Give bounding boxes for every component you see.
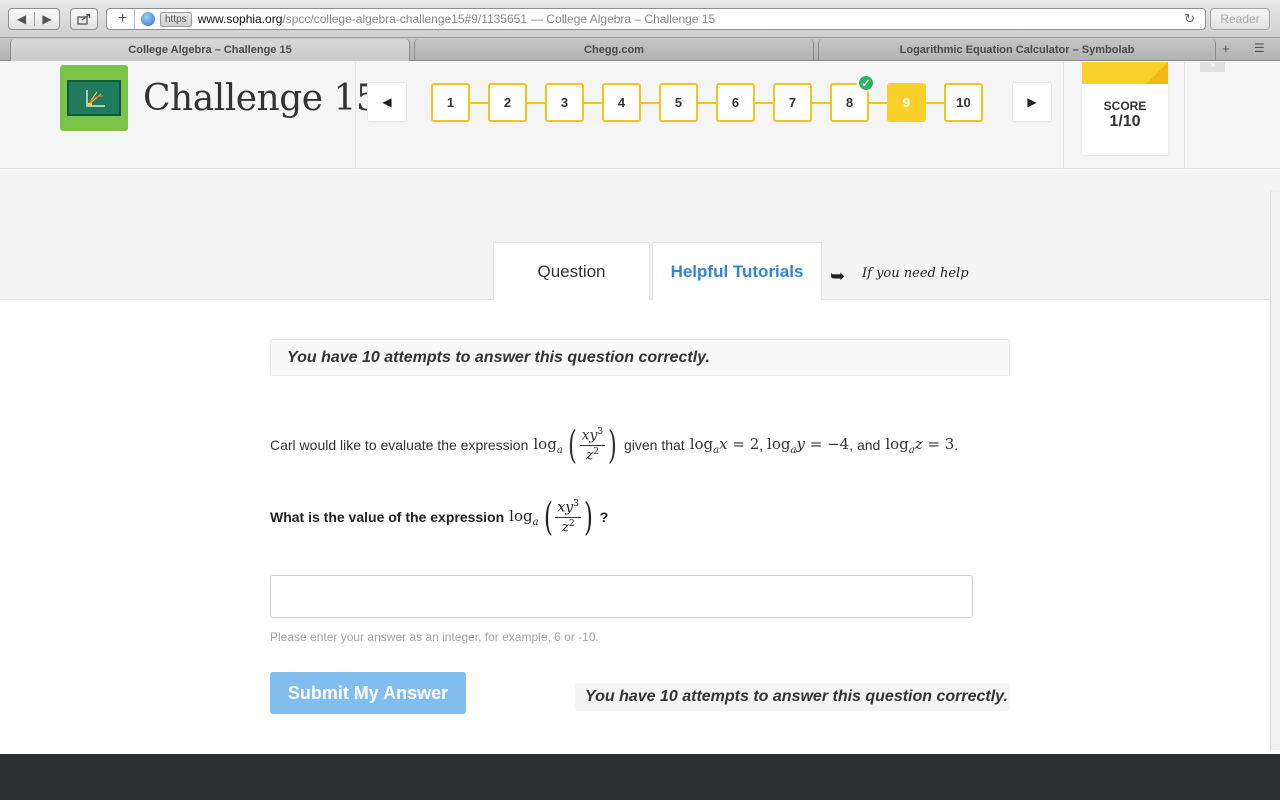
question-panel: You have 10 attempts to answer this ques… <box>0 300 1280 754</box>
question-1[interactable]: 1 <box>431 83 470 122</box>
page-footer <box>0 754 1280 800</box>
question-5[interactable]: 5 <box>659 83 698 122</box>
challenge-logo <box>60 65 128 131</box>
question-mark: ? <box>599 509 609 525</box>
browser-tab-bar: College Algebra – Challenge 15 Chegg.com… <box>0 38 1280 61</box>
address-bar[interactable]: + https www.sophia.org /spcc/college-alg… <box>106 8 1206 30</box>
question-7[interactable]: 7 <box>773 83 812 122</box>
add-bookmark-button[interactable]: + <box>111 9 135 29</box>
browser-tab-chegg[interactable]: Chegg.com <box>414 39 814 61</box>
and-text: , and <box>849 437 881 453</box>
question-4[interactable]: 4 <box>602 83 641 122</box>
question-progress-line <box>469 102 945 104</box>
question-statement: Carl would like to evaluate the expressi… <box>270 423 959 467</box>
condition-1: logax = 2 <box>689 434 760 456</box>
page-title: Challenge 15 <box>143 78 379 119</box>
score-card-fold <box>1082 62 1168 84</box>
reader-button[interactable]: Reader <box>1210 8 1270 30</box>
question-10[interactable]: 10 <box>944 83 983 122</box>
browser-toolbar: ◀ ▶ + https www.sophia.org /spcc/college… <box>0 0 1280 38</box>
tab-helpful-tutorials[interactable]: Helpful Tutorials <box>652 242 822 300</box>
browser-tab-college-algebra[interactable]: College Algebra – Challenge 15 <box>10 39 410 61</box>
attempts-footer: You have 10 attempts to answer this ques… <box>575 683 1010 711</box>
chalkboard-icon <box>67 80 121 116</box>
share-button[interactable] <box>70 8 98 30</box>
fraction-expression: ( xy3 z2 ) <box>543 495 593 539</box>
attempts-banner: You have 10 attempts to answer this ques… <box>270 339 1010 376</box>
condition-2: logay = −4 <box>767 434 850 456</box>
score-card: SCORE 1/10 <box>1082 62 1168 155</box>
header-divider <box>1184 62 1185 169</box>
header-divider <box>355 62 356 169</box>
question-9-current[interactable]: 9 <box>887 83 926 122</box>
answer-input[interactable] <box>270 575 973 618</box>
https-badge: https <box>160 11 192 27</box>
question-2[interactable]: 2 <box>488 83 527 122</box>
submit-answer-button[interactable]: Submit My Answer <box>270 672 466 714</box>
tab-question[interactable]: Question <box>493 242 650 301</box>
score-value: 1/10 <box>1109 113 1141 130</box>
log-expression: loga <box>533 434 563 456</box>
tab-list-icon[interactable]: ☰ <box>1254 41 1265 55</box>
question-6[interactable]: 6 <box>716 83 755 122</box>
caret-left-icon: ◀ <box>382 95 392 109</box>
score-label: SCORE <box>1103 99 1147 113</box>
forward-button[interactable]: ▶ <box>33 12 59 26</box>
url-page-title: — College Algebra – Challenge 15 <box>531 12 716 26</box>
browser-tab-symbolab[interactable]: Logarithmic Equation Calculator – Symbol… <box>818 39 1216 61</box>
question-prompt: What is the value of the expression loga… <box>270 492 608 542</box>
header-divider <box>1063 62 1064 169</box>
prompt-text: What is the value of the expression <box>270 509 505 525</box>
globe-icon <box>141 12 155 26</box>
next-question-button[interactable]: ▶ <box>1012 82 1052 122</box>
challenge-header: Challenge 15 ◀ 1 2 3 4 5 6 7 8 9 10 ✓ ▶ … <box>0 61 1280 169</box>
back-button[interactable]: ◀ <box>9 12 34 26</box>
fraction-expression: ( xy3 z2 ) <box>567 423 618 467</box>
prev-question-button[interactable]: ◀ <box>367 82 407 122</box>
new-tab-button[interactable]: + <box>1222 41 1230 56</box>
content-tabs-area: Question Helpful Tutorials ➥ If you need… <box>0 170 1280 301</box>
url-host: www.sophia.org <box>197 12 283 26</box>
caret-right-icon: ▶ <box>1027 95 1037 109</box>
intro-text: Carl would like to evaluate the expressi… <box>270 437 529 453</box>
nav-buttons: ◀ ▶ <box>8 8 60 30</box>
question-3[interactable]: 3 <box>545 83 584 122</box>
share-icon <box>77 13 91 25</box>
scrollbar[interactable] <box>1270 190 1280 750</box>
log-expression: loga <box>509 506 539 528</box>
url-path: /spcc/college-algebra-challenge15#9/1135… <box>282 12 528 26</box>
given-text: given that <box>623 437 685 453</box>
help-hint-text: If you need help <box>862 266 969 281</box>
curved-arrow-icon: ➥ <box>830 266 846 286</box>
reload-icon[interactable]: ↻ <box>1184 11 1195 27</box>
answer-hint: Please enter your answer as an integer, … <box>270 630 599 644</box>
close-icon[interactable]: × <box>1200 61 1225 72</box>
condition-3: logaz = 3 <box>885 434 955 456</box>
correct-check-icon: ✓ <box>857 74 875 92</box>
